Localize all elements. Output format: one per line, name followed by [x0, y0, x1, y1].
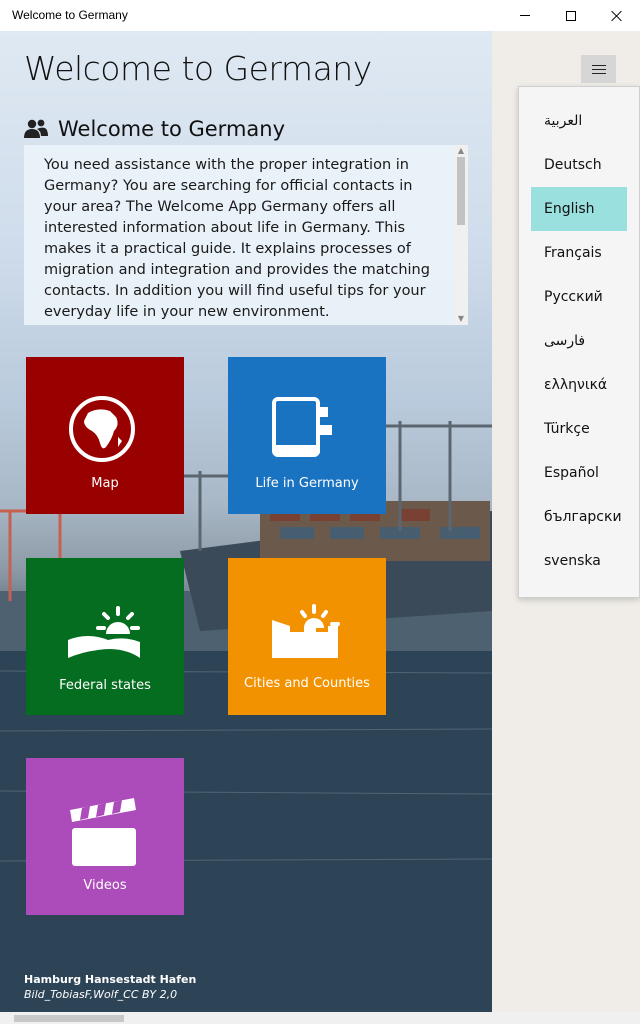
- language-item[interactable]: svenska: [531, 539, 627, 583]
- clapperboard-icon: [70, 798, 136, 866]
- tile-federal-states[interactable]: Federal states: [26, 558, 184, 715]
- hamburger-icon-line: [591, 64, 606, 66]
- description-box[interactable]: You need assistance with the proper inte…: [24, 145, 468, 325]
- section-header: Welcome to Germany: [24, 117, 285, 141]
- city-sun-icon: [272, 604, 340, 658]
- tile-life-label: Life in Germany: [255, 476, 359, 491]
- tile-videos[interactable]: Videos: [26, 758, 184, 915]
- credit-line-2: Bild_TobiasF,Wolf_CC BY 2,0: [24, 988, 178, 1001]
- globe-africa-icon: [69, 396, 135, 462]
- image-credit: Hamburg Hansestadt Hafen Bild_TobiasF,Wo…: [24, 973, 196, 1001]
- horizontal-scroll-thumb[interactable]: [14, 1015, 124, 1022]
- language-item[interactable]: Türkçe: [531, 407, 627, 451]
- tile-map[interactable]: Map: [26, 357, 184, 514]
- hamburger-icon-line: [591, 72, 606, 74]
- language-item[interactable]: Русский: [531, 275, 627, 319]
- minimize-button[interactable]: [502, 0, 548, 31]
- tile-videos-label: Videos: [83, 878, 127, 893]
- description-text: You need assistance with the proper inte…: [44, 157, 430, 320]
- maximize-icon: [566, 10, 576, 21]
- language-item[interactable]: العربية: [531, 99, 627, 143]
- scroll-up-icon[interactable]: ▲: [454, 145, 468, 157]
- notebook-icon: [272, 397, 332, 457]
- language-item[interactable]: Español: [531, 451, 627, 495]
- main-content: Welcome to Germany Welcome to Germany Yo…: [0, 31, 492, 1012]
- sunrise-landscape-icon: [68, 606, 140, 658]
- description-scrollbar[interactable]: ▲ ▼: [454, 145, 468, 325]
- language-item[interactable]: Français: [531, 231, 627, 275]
- maximize-button[interactable]: [548, 0, 594, 31]
- hamburger-icon-line: [591, 68, 606, 70]
- tile-cities-counties[interactable]: Cities and Counties: [228, 558, 386, 715]
- language-item[interactable]: فارسی: [531, 319, 627, 363]
- window-title: Welcome to Germany: [12, 8, 128, 22]
- title-bar: Welcome to Germany: [0, 0, 640, 31]
- app-title: Welcome to Germany: [24, 49, 372, 88]
- close-button[interactable]: [594, 0, 640, 31]
- tile-federal-label: Federal states: [59, 678, 151, 693]
- people-icon: [24, 119, 48, 138]
- scroll-thumb[interactable]: [457, 157, 465, 225]
- scroll-down-icon[interactable]: ▼: [454, 313, 468, 325]
- language-item[interactable]: Deutsch: [531, 143, 627, 187]
- hamburger-menu-button[interactable]: [581, 55, 616, 83]
- language-item[interactable]: ελληνικά: [531, 363, 627, 407]
- tile-life-in-germany[interactable]: Life in Germany: [228, 357, 386, 514]
- language-menu: العربية Deutsch English Français Русский…: [518, 86, 640, 598]
- language-item-selected[interactable]: English: [531, 187, 627, 231]
- close-icon: [611, 10, 623, 22]
- tile-cities-label: Cities and Counties: [244, 676, 370, 691]
- horizontal-scrollbar[interactable]: [0, 1012, 640, 1024]
- credit-line-1: Hamburg Hansestadt Hafen: [24, 973, 197, 986]
- minimize-icon: [520, 15, 530, 16]
- language-item[interactable]: български: [531, 495, 627, 539]
- section-title: Welcome to Germany: [58, 117, 286, 141]
- tile-map-label: Map: [91, 476, 119, 491]
